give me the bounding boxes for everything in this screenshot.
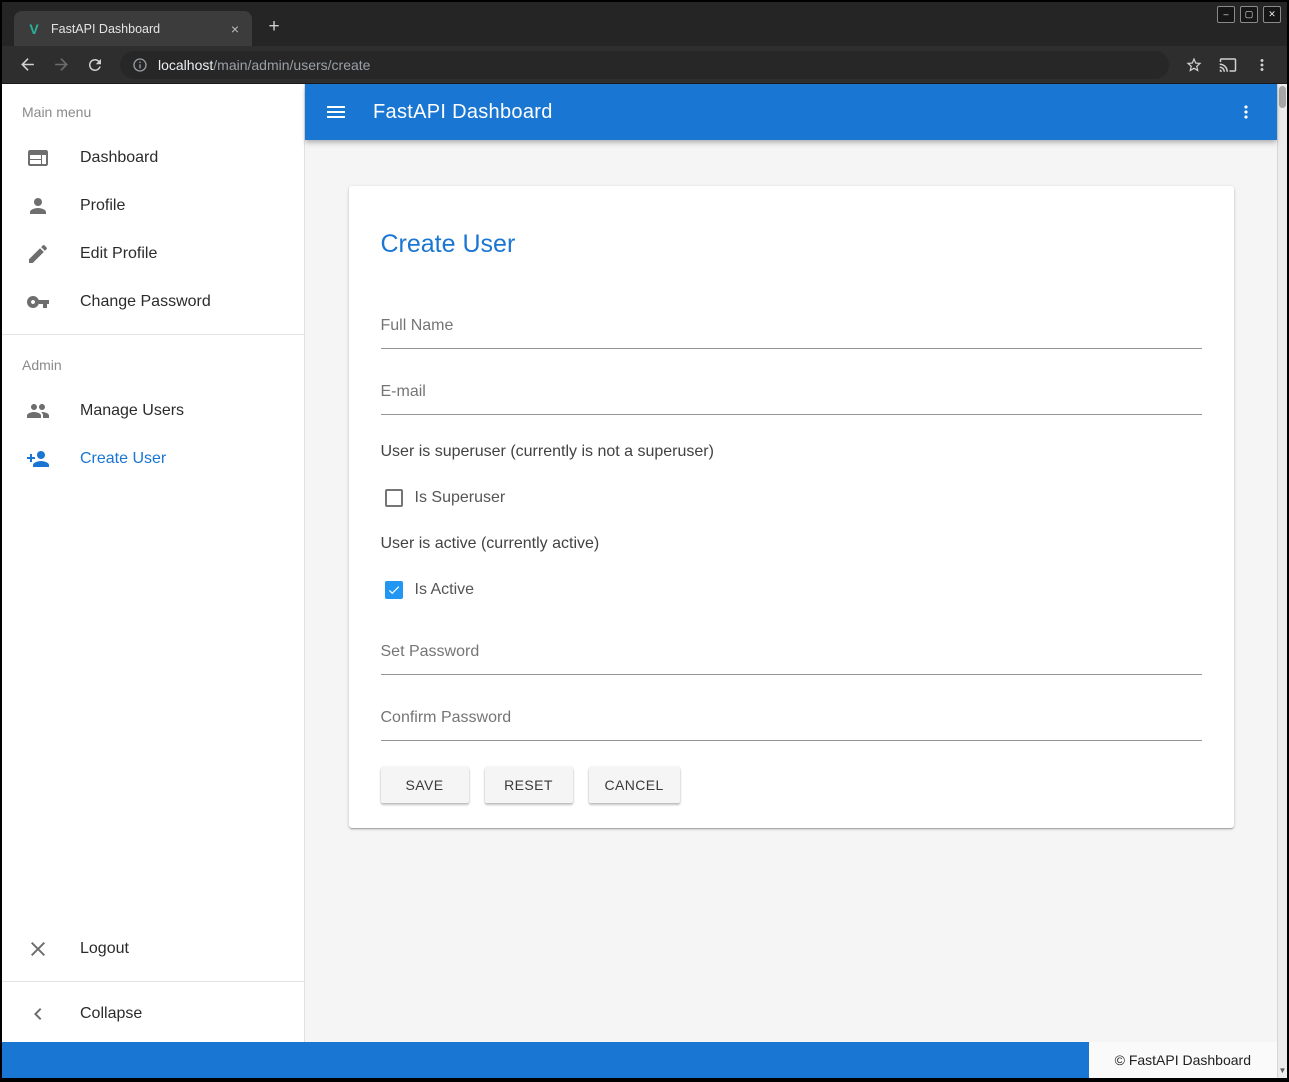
full-name-input[interactable]	[381, 313, 1202, 349]
is-active-label: Is Active	[415, 581, 475, 599]
sidebar-item-create-user[interactable]: Create User	[2, 435, 304, 483]
back-icon[interactable]	[12, 50, 42, 80]
minimize-button[interactable]: –	[1217, 6, 1235, 23]
app-bar: FastAPI Dashboard	[305, 84, 1277, 140]
sidebar-item-dashboard[interactable]: Dashboard	[2, 134, 304, 182]
sidebar-item-label: Collapse	[80, 1005, 142, 1023]
page-title: Create User	[381, 230, 1202, 259]
cancel-button[interactable]: CANCEL	[589, 767, 680, 803]
browser-toolbar: localhost/main/admin/users/create	[2, 46, 1287, 84]
reset-button[interactable]: RESET	[485, 767, 573, 803]
sidebar-item-change-password[interactable]: Change Password	[2, 278, 304, 326]
superuser-status-text: User is superuser (currently is not a su…	[381, 443, 1202, 461]
sidebar-item-label: Logout	[80, 940, 129, 958]
footer-blue-band	[2, 1042, 1089, 1078]
group-icon	[26, 399, 50, 423]
url-text: localhost/main/admin/users/create	[158, 57, 370, 73]
sidebar-item-label: Change Password	[80, 293, 211, 311]
confirm-password-input[interactable]	[381, 705, 1202, 741]
browser-tab[interactable]: V FastAPI Dashboard ×	[14, 11, 252, 46]
set-password-field-wrap	[381, 639, 1202, 675]
is-active-checkbox[interactable]	[385, 581, 403, 599]
tab-title: FastAPI Dashboard	[51, 22, 217, 36]
sidebar-header-main-menu: Main menu	[2, 90, 304, 134]
browser-menu-kebab-icon[interactable]	[1247, 50, 1277, 80]
new-tab-button[interactable]: +	[260, 13, 288, 41]
key-icon	[26, 290, 50, 314]
app-bar-kebab-icon[interactable]	[1231, 97, 1261, 127]
sidebar-item-logout[interactable]: Logout	[2, 925, 304, 973]
reload-icon[interactable]	[80, 50, 110, 80]
sidebar-item-manage-users[interactable]: Manage Users	[2, 387, 304, 435]
email-input[interactable]	[381, 379, 1202, 415]
sidebar-item-label: Edit Profile	[80, 245, 157, 263]
footer-copyright: © FastAPI Dashboard	[1089, 1042, 1277, 1078]
create-user-card: Create User User is superuser (currently…	[349, 186, 1234, 828]
sidebar-item-edit-profile[interactable]: Edit Profile	[2, 230, 304, 278]
sidebar: Main menu Dashboard Profile	[2, 84, 305, 1042]
chevron-left-icon	[26, 1002, 50, 1026]
sidebar-item-label: Create User	[80, 450, 166, 468]
is-superuser-row[interactable]: Is Superuser	[381, 489, 1202, 507]
info-icon[interactable]	[132, 57, 148, 73]
pencil-icon	[26, 242, 50, 266]
hamburger-menu-icon[interactable]	[321, 97, 351, 127]
set-password-input[interactable]	[381, 639, 1202, 675]
url-host: localhost	[158, 57, 213, 73]
sidebar-divider	[2, 981, 304, 982]
address-bar[interactable]: localhost/main/admin/users/create	[120, 51, 1169, 79]
person-add-icon	[26, 447, 50, 471]
page-content: Create User User is superuser (currently…	[305, 140, 1277, 1042]
forward-icon[interactable]	[46, 50, 76, 80]
is-superuser-checkbox[interactable]	[385, 489, 403, 507]
close-window-button[interactable]: ✕	[1263, 6, 1281, 23]
form-actions: SAVE RESET CANCEL	[381, 767, 1202, 803]
app-bar-title: FastAPI Dashboard	[373, 101, 553, 124]
sidebar-item-profile[interactable]: Profile	[2, 182, 304, 230]
sidebar-item-label: Dashboard	[80, 149, 158, 167]
bookmark-star-icon[interactable]	[1179, 50, 1209, 80]
confirm-password-field-wrap	[381, 705, 1202, 741]
sidebar-item-label: Profile	[80, 197, 125, 215]
main-area: FastAPI Dashboard Create User	[305, 84, 1277, 1042]
sidebar-item-collapse[interactable]: Collapse	[2, 990, 304, 1038]
is-active-row[interactable]: Is Active	[381, 581, 1202, 599]
app-footer: © FastAPI Dashboard	[2, 1042, 1277, 1078]
window-controls: – ▢ ✕	[1217, 6, 1281, 23]
active-status-text: User is active (currently active)	[381, 535, 1202, 553]
sidebar-header-admin: Admin	[2, 343, 304, 387]
full-name-field-wrap	[381, 313, 1202, 349]
url-path: /main/admin/users/create	[213, 57, 370, 73]
close-x-icon	[26, 937, 50, 961]
sidebar-spacer	[2, 483, 304, 925]
sidebar-item-label: Manage Users	[80, 402, 184, 420]
browser-scrollbar[interactable]: ▼	[1277, 84, 1287, 1078]
vuetify-favicon-icon: V	[26, 21, 42, 37]
sidebar-divider	[2, 334, 304, 335]
cast-icon[interactable]	[1213, 50, 1243, 80]
scrollbar-thumb[interactable]	[1279, 86, 1286, 108]
scrollbar-down-arrow-icon[interactable]: ▼	[1278, 1065, 1287, 1077]
email-field-wrap	[381, 379, 1202, 415]
is-superuser-label: Is Superuser	[415, 489, 506, 507]
browser-window: V FastAPI Dashboard × + – ▢ ✕ localhost/…	[2, 2, 1287, 1078]
dashboard-web-icon	[26, 146, 50, 170]
save-button[interactable]: SAVE	[381, 767, 469, 803]
maximize-button[interactable]: ▢	[1240, 6, 1258, 23]
tab-strip: V FastAPI Dashboard × + – ▢ ✕	[2, 2, 1287, 46]
person-icon	[26, 194, 50, 218]
tab-close-icon[interactable]: ×	[226, 20, 244, 38]
